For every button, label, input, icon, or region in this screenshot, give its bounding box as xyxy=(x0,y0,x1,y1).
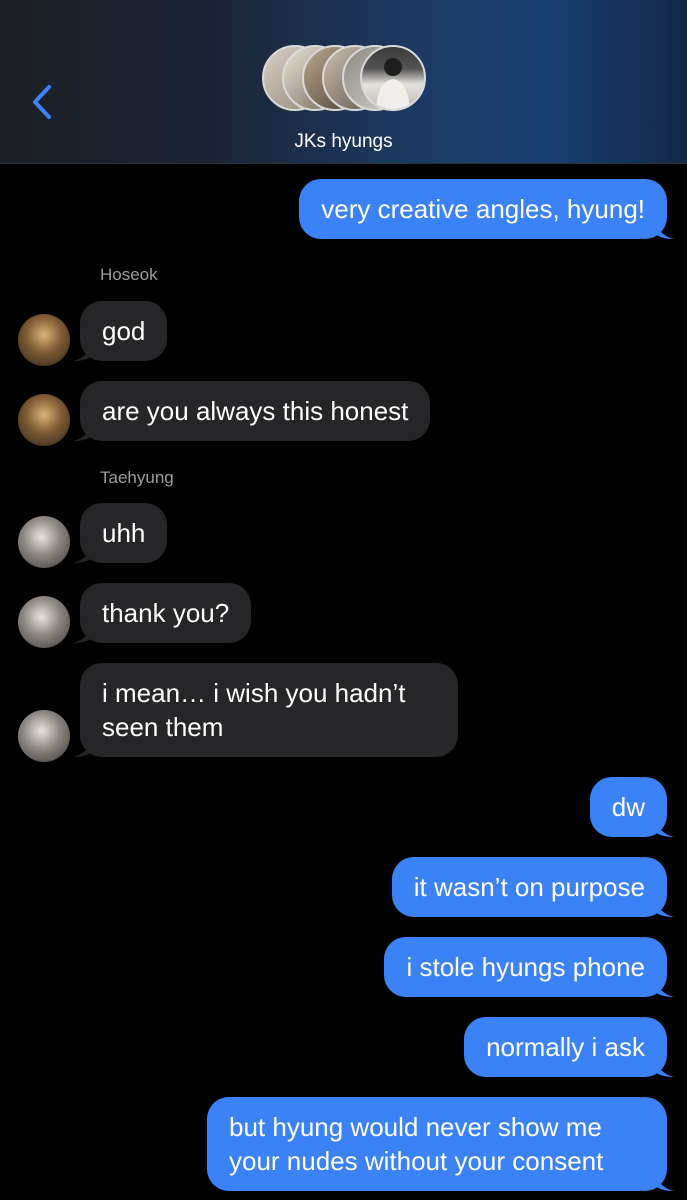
message-bubble-outgoing[interactable]: i stole hyungs phone xyxy=(384,937,667,997)
avatar xyxy=(360,45,426,111)
sender-avatar[interactable] xyxy=(18,516,70,568)
message-bubble-outgoing[interactable]: but hyung would never show me your nudes… xyxy=(207,1097,667,1191)
sender-avatar[interactable] xyxy=(18,394,70,446)
message-bubble-outgoing[interactable]: it wasn’t on purpose xyxy=(391,857,667,917)
message-text: it wasn’t on purpose xyxy=(413,872,645,902)
person-photo-icon xyxy=(376,58,410,109)
message-text: very creative angles, hyung! xyxy=(321,194,645,224)
message-text: uhh xyxy=(102,518,146,548)
back-button[interactable] xyxy=(26,80,58,124)
message-text: i stole hyungs phone xyxy=(406,952,645,982)
message-text: are you always this honest xyxy=(102,396,409,426)
message-text: dw xyxy=(611,792,645,822)
message-bubble-incoming[interactable]: god xyxy=(80,301,168,361)
message-bubble-outgoing[interactable]: very creative angles, hyung! xyxy=(299,179,667,239)
message-bubble-incoming[interactable]: i mean… i wish you hadn’t seen them xyxy=(80,663,458,757)
message-text: thank you? xyxy=(102,598,230,628)
sender-avatar[interactable] xyxy=(18,314,70,366)
message-text: god xyxy=(102,316,146,346)
message-bubble-outgoing[interactable]: dw xyxy=(589,777,667,837)
sender-avatar[interactable] xyxy=(18,710,70,762)
message-text: i mean… i wish you hadn’t seen them xyxy=(102,678,406,742)
message-bubble-incoming[interactable]: are you always this honest xyxy=(80,381,431,441)
message-text: normally i ask xyxy=(486,1032,645,1062)
message-bubble-outgoing[interactable]: normally i ask xyxy=(464,1017,667,1077)
group-avatar-stack[interactable] xyxy=(262,45,426,115)
sender-avatar[interactable] xyxy=(18,596,70,648)
message-bubble-incoming[interactable]: uhh xyxy=(80,503,168,563)
message-text: but hyung would never show me your nudes… xyxy=(229,1112,604,1176)
conversation-header: JKs hyungs xyxy=(0,0,687,164)
chevron-left-icon xyxy=(33,85,51,119)
sender-name: Hoseok xyxy=(100,265,158,284)
message-bubble-incoming[interactable]: thank you? xyxy=(80,583,252,643)
sender-name: Taehyung xyxy=(100,468,174,487)
group-title[interactable]: JKs hyungs xyxy=(0,131,687,153)
